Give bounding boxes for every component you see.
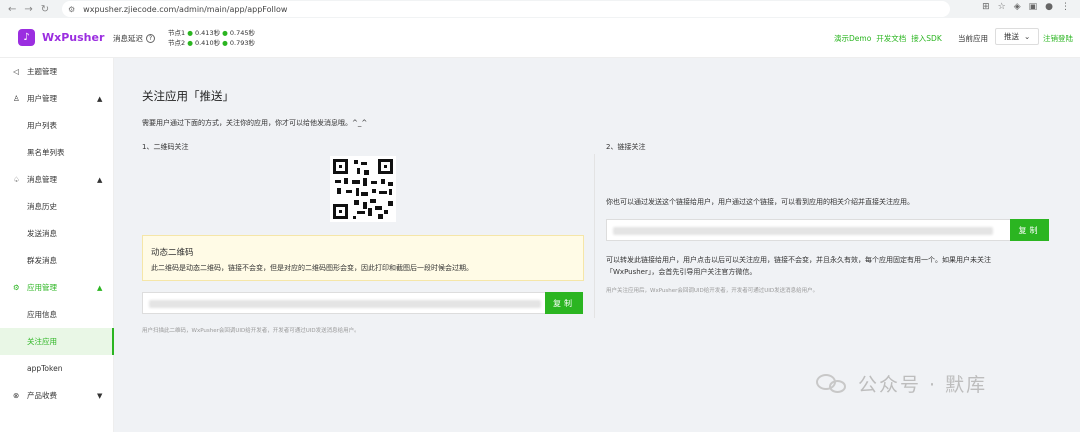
current-app-label: 当前应用 [958, 34, 988, 43]
reload-icon[interactable]: ↻ [41, 4, 49, 15]
dynamic-qr-notice: 动态二维码 此二维码是动态二维码，链接不会变，但是对应的二维码图形会变，因此打印… [142, 235, 584, 281]
chevron-up-icon: ▲ [97, 175, 103, 184]
menu-icon[interactable]: ⋮ [1061, 2, 1070, 12]
forward-icon[interactable]: → [24, 4, 32, 15]
app-icon: ⚙ [13, 283, 20, 292]
demo-link[interactable]: 演示Demo [834, 33, 871, 44]
copy-qr-link-button[interactable]: 复制 [545, 292, 583, 314]
copy-follow-link-button[interactable]: 复制 [1010, 219, 1049, 241]
link-hint: 用户关注应用后，WxPusher会回调UID给开发者，开发者可通过UID发送消息… [606, 288, 819, 294]
sidebar-item-pricing[interactable]: ⊗ 产品收费 ▼ [0, 382, 114, 409]
help-icon[interactable]: ? [146, 34, 155, 43]
logo-text: WxPusher [42, 31, 105, 44]
address-bar[interactable]: ⚙ wxpusher.zjiecode.com/admin/main/app/a… [62, 1, 950, 17]
main-content: 关注应用「推送」 需要用户通过下面的方式，关注你的应用，你才可以给他发消息哦。^… [114, 58, 1080, 432]
node-latency-list: 节点1 ● 0.413秒 ● 0.745秒 节点2 ● 0.410秒 ● 0.7… [168, 28, 255, 48]
bell-icon: ♤ [13, 175, 20, 184]
wechat-icon [816, 373, 850, 394]
chevron-down-icon: ⌄ [1024, 32, 1031, 41]
header-links: 演示Demo 开发文档 接入SDK [834, 33, 942, 44]
extension-icon[interactable]: ◈ [1014, 2, 1021, 12]
watermark-text: 公众号 · 默库 [858, 374, 988, 396]
sidebar-item-send-message[interactable]: 发送消息 [0, 220, 114, 247]
sidebar-item-broadcast[interactable]: 群发消息 [0, 247, 114, 274]
chevron-up-icon: ▲ [97, 94, 103, 103]
browser-nav: ← → ↻ [8, 4, 49, 15]
sidebar: ◁ 主题管理 ♙ 用户管理 ▲ 用户列表 黑名单列表 ♤ 消息管理 ▲ 消息历史… [0, 58, 114, 432]
page-description: 需要用户通过下面的方式，关注你的应用，你才可以给他发消息哦。^_^ [142, 119, 368, 127]
docs-link[interactable]: 开发文档 [876, 33, 906, 44]
puzzle-icon[interactable]: ▣ [1029, 2, 1038, 12]
bookmark-star-icon[interactable]: ☆ [998, 2, 1006, 12]
notice-body: 此二维码是动态二维码，链接不会变，但是对应的二维码图形会变，因此打印和截图后一段… [151, 264, 473, 272]
sidebar-item-app-management[interactable]: ⚙ 应用管理 ▲ [0, 274, 114, 301]
sidebar-item-messages[interactable]: ♤ 消息管理 ▲ [0, 166, 114, 193]
app-select[interactable]: 推送 ⌄ [995, 28, 1039, 45]
logo-bell-icon: ♪ [18, 29, 35, 46]
chevron-down-icon: ▼ [97, 391, 103, 400]
sidebar-item-app-info[interactable]: 应用信息 [0, 301, 114, 328]
redacted-link-text [149, 300, 541, 308]
qr-hint: 用户扫描此二维码，WxPusher会回调UID给开发者，开发者可通过UID发送消… [142, 328, 360, 334]
sidebar-item-follow-app[interactable]: 关注应用 [0, 328, 114, 355]
qr-section-title: 1、二维码关注 [142, 143, 189, 151]
page-title: 关注应用「推送」 [142, 89, 234, 103]
logout-link[interactable]: 注销登陆 [1043, 33, 1073, 44]
node-row: 节点2 ● 0.410秒 ● 0.793秒 [168, 39, 256, 47]
logo[interactable]: ♪ WxPusher [18, 29, 104, 46]
site-info-icon[interactable]: ⚙ [68, 5, 75, 14]
browser-extensions: ⊞ ☆ ◈ ▣ ● ⋮ [982, 2, 1070, 12]
qr-link-field[interactable] [142, 292, 546, 314]
user-icon: ♙ [13, 94, 20, 103]
translate-icon[interactable]: ⊞ [982, 2, 990, 12]
sidebar-item-users[interactable]: ♙ 用户管理 ▲ [0, 85, 114, 112]
watermark: 公众号 · 默库 [816, 370, 987, 397]
link-section-title: 2、链接关注 [606, 143, 646, 151]
back-icon[interactable]: ← [8, 4, 16, 15]
sidebar-item-user-list[interactable]: 用户列表 [0, 112, 114, 139]
profile-icon[interactable]: ● [1045, 2, 1053, 12]
latency-label: 消息延迟 ? [113, 33, 155, 44]
sdk-link[interactable]: 接入SDK [911, 33, 941, 44]
link-description: 你也可以通过发送这个链接给用户，用户通过这个链接，可以看到应用的相关介绍并直接关… [606, 198, 914, 206]
sidebar-item-apptoken[interactable]: appToken [0, 355, 114, 382]
section-divider [594, 154, 595, 318]
fee-icon: ⊗ [13, 391, 20, 400]
sidebar-item-blacklist[interactable]: 黑名单列表 [0, 139, 114, 166]
chevron-up-icon: ▲ [97, 283, 103, 292]
url-text: wxpusher.zjiecode.com/admin/main/app/app… [83, 4, 288, 14]
sidebar-item-topics[interactable]: ◁ 主题管理 [0, 58, 114, 85]
sidebar-item-message-history[interactable]: 消息历史 [0, 193, 114, 220]
follow-link-field[interactable] [606, 219, 1011, 241]
node-row: 节点1 ● 0.413秒 ● 0.745秒 [168, 29, 256, 37]
browser-toolbar: ← → ↻ ⚙ wxpusher.zjiecode.com/admin/main… [0, 0, 1080, 18]
notice-title: 动态二维码 [151, 248, 194, 258]
topic-icon: ◁ [13, 67, 19, 76]
link-note: 可以转发此链接给用户，用户点击以后可以关注应用，链接不会变，并且永久有效，每个应… [606, 256, 991, 276]
redacted-link-text [613, 227, 993, 235]
app-header: ♪ WxPusher 消息延迟 ? 节点1 ● 0.413秒 ● 0.745秒 … [0, 18, 1080, 58]
qr-code [330, 156, 396, 222]
